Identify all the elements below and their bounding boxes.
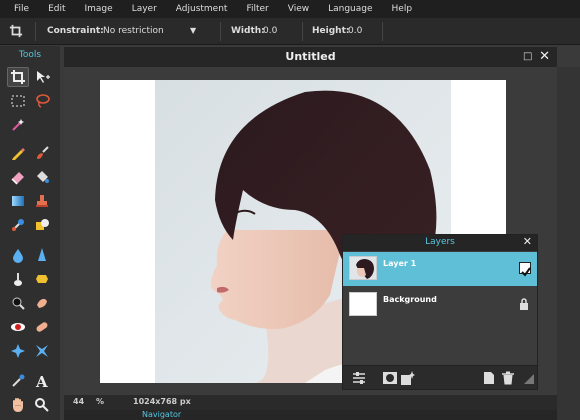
layer-mask-icon[interactable]: [383, 371, 397, 385]
layers-footer: [343, 365, 537, 389]
bloat-icon[interactable]: [7, 341, 29, 361]
marquee-tool-icon[interactable]: [7, 91, 29, 111]
menu-help[interactable]: Help: [392, 4, 413, 14]
height-field[interactable]: 0.0: [348, 26, 362, 36]
lasso-tool-icon[interactable]: [31, 91, 53, 111]
layers-panel: Layers ✕ Layer 1 Background: [342, 234, 538, 390]
magic-wand-icon[interactable]: [7, 115, 29, 135]
zoom-unit: %: [96, 397, 105, 406]
close-icon[interactable]: ✕: [523, 235, 532, 248]
divider: [35, 22, 36, 41]
layer-name: Layer 1: [383, 259, 417, 268]
crop-tool-icon[interactable]: [7, 67, 29, 87]
draw-shape-icon[interactable]: [31, 215, 53, 235]
image-size: 1024x768 px: [133, 397, 191, 406]
layer-thumbnail: [349, 292, 377, 316]
layers-title: Layers: [425, 237, 455, 247]
move-tool-icon[interactable]: [31, 67, 53, 87]
divider: [220, 22, 221, 41]
new-layer-icon[interactable]: [482, 371, 496, 385]
document-titlebar: Untitled □ ✕: [64, 47, 557, 67]
tools-panel: Tools A: [0, 46, 60, 420]
hand-icon[interactable]: [7, 395, 29, 415]
layer-thumbnail: [349, 256, 377, 280]
svg-text:A: A: [35, 373, 48, 389]
layer-style-icon[interactable]: [401, 371, 415, 385]
navigator-label[interactable]: Navigator: [142, 410, 181, 419]
eraser-icon[interactable]: [7, 167, 29, 187]
zoom-icon[interactable]: [31, 395, 53, 415]
document-title: Untitled: [285, 50, 336, 63]
tools-title: Tools: [18, 50, 42, 60]
layer-row-layer-1[interactable]: Layer 1: [343, 252, 537, 286]
spot-heal-icon[interactable]: [31, 317, 53, 337]
chevron-down-icon[interactable]: ▼: [190, 26, 206, 38]
restore-icon[interactable]: □: [523, 51, 535, 63]
layer-row-background[interactable]: Background: [343, 288, 537, 322]
clone-stamp-icon[interactable]: [31, 191, 53, 211]
close-icon[interactable]: ✕: [539, 49, 550, 64]
smudge-icon[interactable]: [7, 269, 29, 289]
resize-handle-icon[interactable]: [521, 371, 535, 385]
menu-edit[interactable]: Edit: [48, 4, 65, 14]
menu-adjustment[interactable]: Adjustment: [176, 4, 228, 14]
navigator-strip: Navigator: [64, 410, 557, 420]
sponge-icon[interactable]: [31, 269, 53, 289]
constraint-select[interactable]: No restriction: [103, 26, 164, 36]
divider: [302, 22, 303, 41]
constraint-label: Constraint:: [47, 26, 104, 36]
paint-bucket-icon[interactable]: [31, 167, 53, 187]
sharpen-icon[interactable]: [31, 245, 53, 265]
burn-icon[interactable]: [31, 293, 53, 313]
options-bar: Constraint: No restriction ▼ Width: 0.0 …: [0, 18, 580, 45]
layer-settings-icon[interactable]: [352, 371, 366, 385]
layers-header: Layers ✕: [343, 235, 537, 251]
menu-view[interactable]: View: [288, 4, 309, 14]
menu-layer[interactable]: Layer: [132, 4, 157, 14]
lock-icon: [520, 298, 528, 310]
crop-icon: [9, 24, 23, 38]
width-label: Width:: [231, 26, 265, 36]
pencil-icon[interactable]: [7, 143, 29, 163]
gradient-icon[interactable]: [7, 191, 29, 211]
red-eye-icon[interactable]: [7, 317, 29, 337]
pinch-icon[interactable]: [31, 341, 53, 361]
layer-name: Background: [383, 295, 437, 304]
menu-image[interactable]: Image: [85, 4, 113, 14]
menu-file[interactable]: File: [14, 4, 29, 14]
text-tool-icon[interactable]: A: [31, 371, 53, 391]
zoom-value[interactable]: 44: [73, 397, 84, 406]
menu-bar: File Edit Image Layer Adjustment Filter …: [0, 0, 580, 18]
color-replace-icon[interactable]: [7, 215, 29, 235]
color-picker-icon[interactable]: [7, 371, 29, 391]
visibility-checkbox[interactable]: [519, 262, 531, 277]
brush-icon[interactable]: [31, 143, 53, 163]
status-bar: 44 % 1024x768 px: [64, 395, 557, 410]
blur-icon[interactable]: [7, 245, 29, 265]
trash-icon[interactable]: [501, 371, 515, 385]
menu-filter[interactable]: Filter: [246, 4, 268, 14]
width-field[interactable]: 0.0: [263, 26, 277, 36]
height-label: Height:: [312, 26, 350, 36]
menu-language[interactable]: Language: [328, 4, 372, 14]
divider: [382, 22, 383, 41]
dodge-icon[interactable]: [7, 293, 29, 313]
right-panel-strip: [557, 67, 580, 420]
